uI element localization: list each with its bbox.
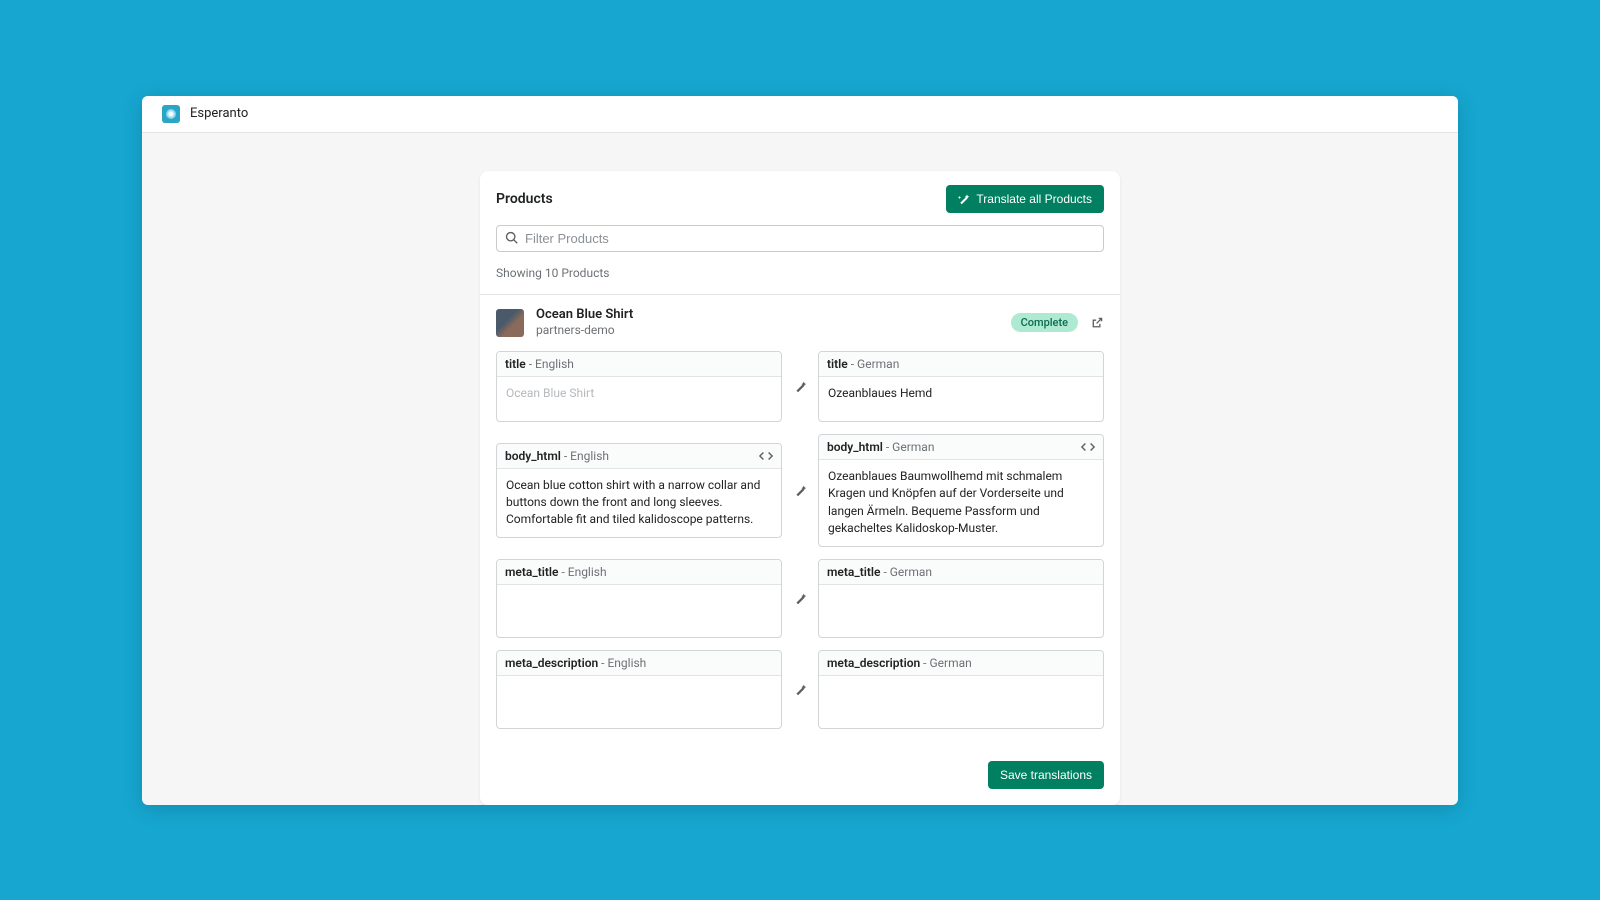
product-header: Ocean Blue Shirt partners-demo Complete xyxy=(480,295,1120,351)
field-meta-title-target[interactable]: meta_title - German xyxy=(818,559,1104,638)
field-key: meta_title xyxy=(505,565,558,579)
content-area: Products Translate all Products Showing … xyxy=(142,133,1458,805)
save-row: Save translations xyxy=(480,757,1120,805)
product-thumbnail xyxy=(496,309,524,337)
save-translations-button[interactable]: Save translations xyxy=(988,761,1104,789)
field-header: meta_title - English xyxy=(497,560,781,585)
field-lang: German xyxy=(929,656,971,670)
app-window: Esperanto Products Translate all Product… xyxy=(142,96,1458,805)
field-title-target[interactable]: title - German Ozeanblaues Hemd xyxy=(818,351,1104,422)
field-key: meta_title xyxy=(827,565,880,579)
field-header: title - English xyxy=(497,352,781,377)
app-name: Esperanto xyxy=(190,106,248,121)
field-key: meta_description xyxy=(505,656,598,670)
field-header: body_html - German xyxy=(819,435,1103,460)
translate-field-button[interactable] xyxy=(792,484,808,497)
field-meta-description-target[interactable]: meta_description - German xyxy=(818,650,1104,729)
field-value[interactable] xyxy=(819,585,1103,637)
field-row-meta-description: meta_description - English meta_descript… xyxy=(496,650,1104,729)
field-meta-title-source[interactable]: meta_title - English xyxy=(496,559,782,638)
translate-field-button[interactable] xyxy=(792,683,808,696)
field-lang: German xyxy=(890,565,932,579)
field-row-title: title - English Ocean Blue Shirt title -… xyxy=(496,351,1104,422)
translate-field-button[interactable] xyxy=(792,592,808,605)
field-lang: English xyxy=(607,656,646,670)
field-key: body_html xyxy=(827,440,883,454)
magic-wand-icon xyxy=(958,193,970,205)
field-key: body_html xyxy=(505,449,561,463)
field-value[interactable]: Ocean Blue Shirt xyxy=(497,377,781,421)
translate-all-label: Translate all Products xyxy=(976,192,1092,206)
field-header: meta_description - German xyxy=(819,651,1103,676)
field-header: body_html - English xyxy=(497,444,781,469)
field-header: meta_title - German xyxy=(819,560,1103,585)
external-link-icon[interactable] xyxy=(1090,316,1104,330)
field-key: meta_description xyxy=(827,656,920,670)
code-icon[interactable] xyxy=(759,450,773,462)
field-value[interactable]: Ozeanblaues Hemd xyxy=(819,377,1103,421)
field-body-html-source[interactable]: body_html - English Ocean blue cotton sh… xyxy=(496,443,782,538)
search-wrap xyxy=(480,225,1120,260)
field-lang: German xyxy=(892,440,934,454)
field-lang: English xyxy=(570,449,609,463)
field-value[interactable] xyxy=(497,585,781,637)
magic-wand-icon xyxy=(794,592,807,605)
product-name: Ocean Blue Shirt xyxy=(536,307,999,324)
field-lang: English xyxy=(568,565,607,579)
products-card: Products Translate all Products Showing … xyxy=(480,171,1120,805)
topbar: Esperanto xyxy=(142,96,1458,133)
page-title: Products xyxy=(496,191,553,207)
field-lang: German xyxy=(857,357,899,371)
search-box[interactable] xyxy=(496,225,1104,252)
result-count: Showing 10 Products xyxy=(480,260,1120,294)
code-icon[interactable] xyxy=(1081,441,1095,453)
card-header: Products Translate all Products xyxy=(480,171,1120,225)
search-icon xyxy=(505,231,519,245)
field-row-body-html: body_html - English Ocean blue cotton sh… xyxy=(496,434,1104,547)
field-lang: English xyxy=(535,357,574,371)
status-badge: Complete xyxy=(1011,313,1078,332)
field-key: title xyxy=(827,357,848,371)
magic-wand-icon xyxy=(794,484,807,497)
field-row-meta-title: meta_title - English meta_title - German xyxy=(496,559,1104,638)
field-value[interactable] xyxy=(819,676,1103,728)
save-label: Save translations xyxy=(1000,768,1092,782)
field-header: meta_description - English xyxy=(497,651,781,676)
magic-wand-icon xyxy=(794,380,807,393)
product-vendor: partners-demo xyxy=(536,323,999,339)
field-value[interactable] xyxy=(497,676,781,728)
search-input[interactable] xyxy=(525,231,1095,246)
translate-all-button[interactable]: Translate all Products xyxy=(946,185,1104,213)
field-key: title xyxy=(505,357,526,371)
magic-wand-icon xyxy=(794,683,807,696)
translation-fields: title - English Ocean Blue Shirt title -… xyxy=(480,351,1120,757)
app-logo-icon xyxy=(166,109,176,119)
field-meta-description-source[interactable]: meta_description - English xyxy=(496,650,782,729)
field-body-html-target[interactable]: body_html - German Ozeanblaues Baumwollh… xyxy=(818,434,1104,547)
field-title-source[interactable]: title - English Ocean Blue Shirt xyxy=(496,351,782,422)
translate-field-button[interactable] xyxy=(792,380,808,393)
product-titles: Ocean Blue Shirt partners-demo xyxy=(536,307,999,339)
app-logo xyxy=(162,105,180,123)
field-value[interactable]: Ozeanblaues Baumwollhemd mit schmalem Kr… xyxy=(819,460,1103,546)
product-block: Ocean Blue Shirt partners-demo Complete … xyxy=(480,294,1120,805)
field-header: title - German xyxy=(819,352,1103,377)
field-value[interactable]: Ocean blue cotton shirt with a narrow co… xyxy=(497,469,781,537)
